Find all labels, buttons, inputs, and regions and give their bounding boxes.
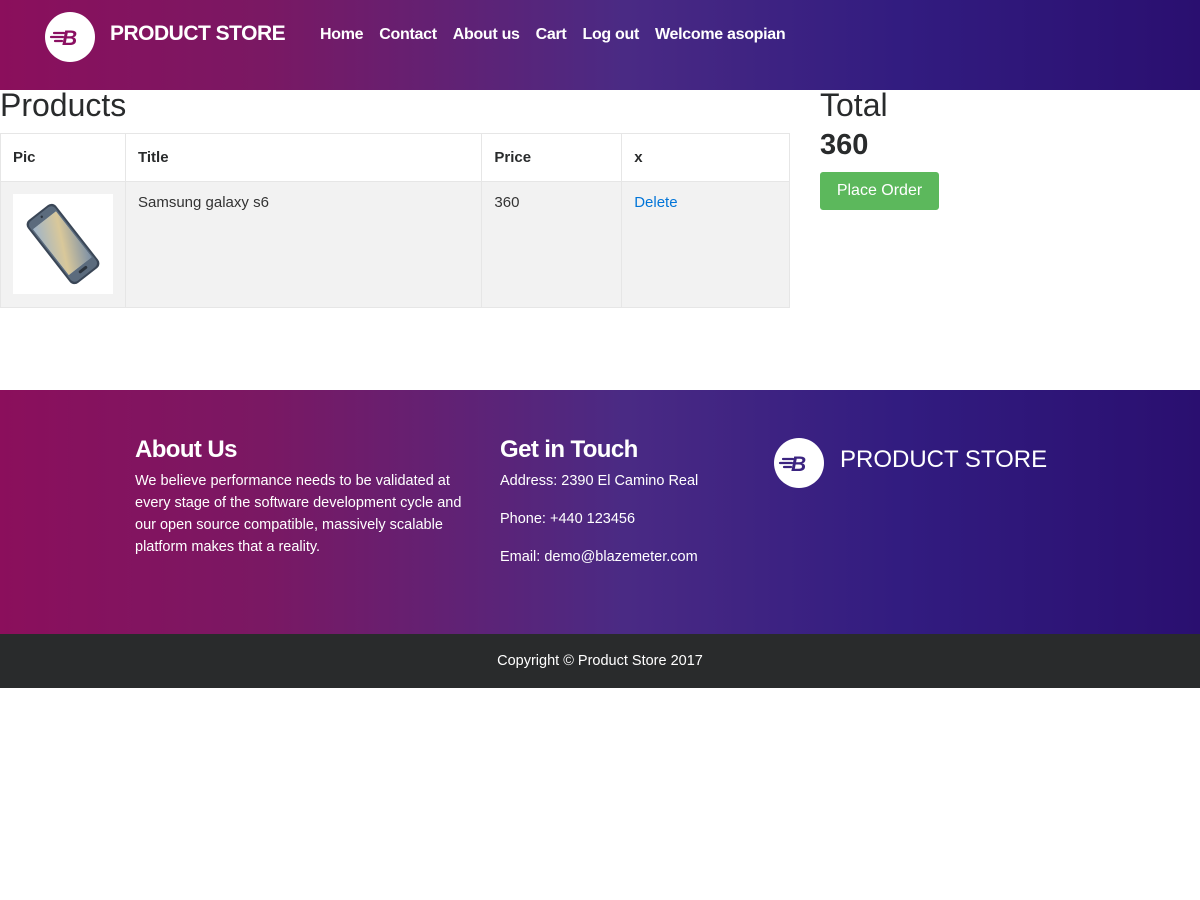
delete-link[interactable]: Delete (634, 194, 677, 211)
email-text: Email: demo@blazemeter.com (500, 549, 698, 565)
column-header-pic: Pic (0, 133, 126, 182)
place-order-button[interactable]: Place Order (820, 172, 939, 210)
nav-welcome-user[interactable]: Welcome asopian (655, 26, 786, 44)
get-in-touch-title: Get in Touch (500, 436, 638, 463)
brand-logo-icon[interactable]: B (45, 12, 95, 62)
column-header-price: Price (481, 133, 623, 182)
footer-logo-icon: B (774, 438, 824, 488)
svg-text:B: B (62, 27, 77, 50)
copyright-text: Copyright © Product Store 2017 (497, 653, 703, 669)
product-pic-cell (0, 181, 126, 308)
phone-text: Phone: +440 123456 (500, 511, 636, 527)
phone-image-icon (26, 203, 100, 285)
nav-links: Home Contact About us Cart Log out Welco… (320, 26, 801, 44)
navbar: B PRODUCT STORE Home Contact About us Ca… (0, 0, 1200, 90)
product-image (13, 194, 113, 294)
nav-home[interactable]: Home (320, 26, 364, 44)
nav-about-us[interactable]: About us (453, 26, 520, 44)
product-price-cell: 360 (481, 181, 623, 308)
product-action-cell: Delete (621, 181, 790, 308)
about-us-title: About Us (135, 436, 237, 463)
address-text: Address: 2390 El Camino Real (500, 473, 699, 489)
logo-b-icon: B (49, 27, 77, 50)
nav-contact[interactable]: Contact (379, 26, 437, 44)
total-value: 360 (820, 129, 869, 161)
total-title: Total (820, 87, 888, 123)
column-header-x: x (621, 133, 790, 182)
footer-logo-b-icon: B (778, 453, 806, 476)
footer-brand: PRODUCT STORE (840, 446, 1048, 473)
nav-cart[interactable]: Cart (536, 26, 567, 44)
footer: About Us We believe performance needs to… (0, 390, 1200, 634)
column-header-title: Title (124, 133, 483, 182)
nav-log-out[interactable]: Log out (582, 26, 639, 44)
products-title: Products (0, 87, 127, 123)
nav-brand[interactable]: PRODUCT STORE (110, 22, 286, 46)
svg-text:B: B (791, 453, 806, 476)
table-row: Samsung galaxy s6 360 Delete (0, 181, 790, 308)
cart-table: Pic Title Price x Samsung galaxy s6 360 … (0, 133, 790, 308)
copyright-bar: Copyright © Product Store 2017 (0, 634, 1200, 688)
table-header-row: Pic Title Price x (0, 133, 790, 182)
product-title-cell: Samsung galaxy s6 (124, 181, 483, 308)
about-us-text: We believe performance needs to be valid… (135, 473, 462, 555)
